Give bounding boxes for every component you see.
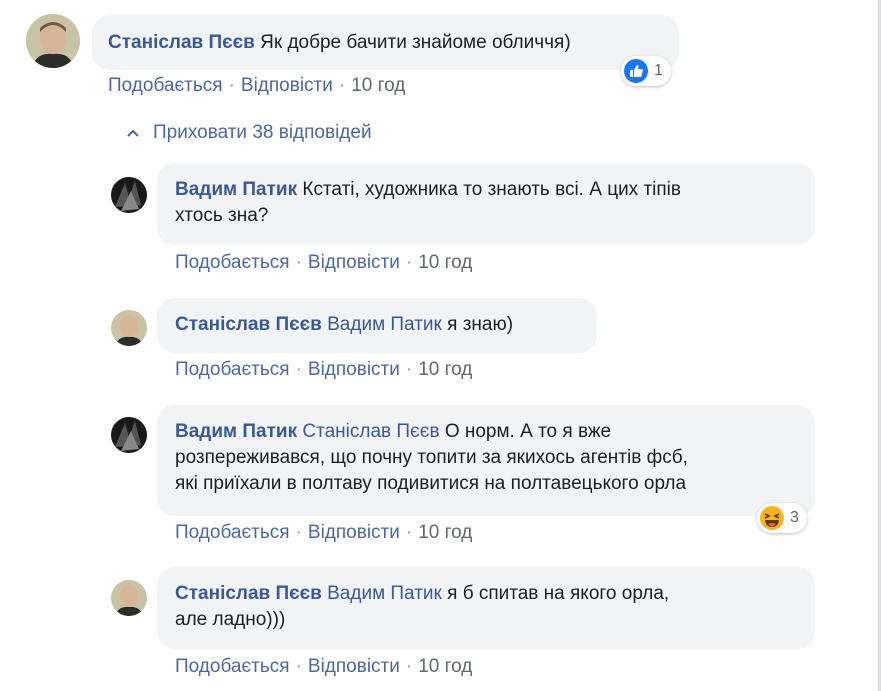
comment-text: О норм. А то я вже (444, 421, 612, 442)
chevron-up-icon (127, 129, 139, 137)
avatar[interactable] (111, 310, 147, 346)
comment-text: Як добре бачити знайоме обличчя) (260, 32, 571, 53)
comment-text: але ладно))) (175, 609, 286, 630)
separator-dot: · (338, 75, 346, 96)
reply-button[interactable]: Відповісти (308, 252, 400, 273)
reply-button[interactable]: Відповісти (308, 522, 400, 543)
reply-button[interactable]: Відповісти (241, 75, 333, 96)
separator-dot: · (228, 75, 235, 96)
avatar-photo-icon (111, 417, 147, 453)
comment-actions: Подобається · Відповісти · 10 год (175, 656, 472, 678)
avatar-photo-icon (111, 177, 147, 213)
like-button[interactable]: Подобається (108, 75, 223, 96)
reaction-count: 3 (790, 509, 799, 526)
comment-timestamp[interactable]: 10 год (418, 656, 472, 677)
avatar-photo-icon (111, 580, 147, 616)
like-button[interactable]: Подобається (175, 656, 290, 677)
comment-actions: Подобається · Відповісти · 10 год (108, 75, 405, 97)
avatar-photo-icon (111, 310, 147, 346)
avatar[interactable] (111, 580, 147, 616)
reply-button[interactable]: Відповісти (308, 359, 400, 380)
separator-dot: · (405, 252, 413, 273)
comment-text: я б спитав на якого орла, (447, 583, 670, 604)
comment-author[interactable]: Станіслав Пєєв (175, 583, 322, 604)
avatar[interactable] (26, 14, 80, 68)
separator-dot: · (295, 359, 302, 380)
comment-timestamp[interactable]: 10 год (418, 252, 472, 273)
comment-text: я знаю) (447, 314, 514, 335)
separator-dot: · (295, 656, 302, 677)
comment-bubble: Станіслав Пєєв Вадим Патик я знаю) (157, 298, 597, 353)
like-button[interactable]: Подобається (175, 252, 290, 273)
comment-mention[interactable]: Вадим Патик (327, 314, 442, 335)
comment-actions: Подобається · Відповісти · 10 год (175, 252, 472, 274)
comment-bubble: Вадим Патик Станіслав Пєєв О норм. А то … (157, 405, 815, 516)
reaction-count: 1 (654, 62, 663, 79)
avatar-photo-icon (26, 14, 80, 68)
comment-bubble: Станіслав Пєєв Як добре бачити знайоме о… (92, 15, 679, 70)
comment-author[interactable]: Станіслав Пєєв (108, 32, 255, 53)
comment-mention[interactable]: Вадим Патик (327, 583, 442, 604)
comment-timestamp[interactable]: 10 год (418, 522, 472, 543)
comment-timestamp[interactable]: 10 год (351, 75, 405, 96)
comment-actions: Подобається · Відповісти · 10 год (175, 359, 472, 381)
comment-author[interactable]: Вадим Патик (175, 179, 297, 200)
comment-actions: Подобається · Відповісти · 10 год (175, 522, 472, 544)
comment-author[interactable]: Станіслав Пєєв (175, 314, 322, 335)
separator-dot: · (295, 252, 302, 273)
hide-replies-label: Приховати 38 відповідей (153, 122, 372, 143)
avatar[interactable] (111, 177, 147, 213)
comment-text: хтось зна? (175, 205, 269, 226)
haha-icon (760, 506, 784, 530)
reply-button[interactable]: Відповісти (308, 656, 400, 677)
like-button[interactable]: Подобається (175, 522, 290, 543)
reaction-summary[interactable]: 3 (757, 503, 807, 533)
comment-bubble: Станіслав Пєєв Вадим Патик я б спитав на… (157, 567, 815, 649)
separator-dot: · (405, 522, 413, 543)
like-icon (624, 59, 648, 83)
reaction-summary[interactable]: 1 (621, 56, 671, 86)
comment-text: розпереживався, що почну топити за якихо… (175, 447, 688, 468)
comment-timestamp[interactable]: 10 год (418, 359, 472, 380)
avatar[interactable] (111, 417, 147, 453)
comment-bubble: Вадим Патик Кстаті, художника то знають … (157, 163, 815, 245)
comment-author[interactable]: Вадим Патик (175, 421, 297, 442)
separator-dot: · (295, 522, 302, 543)
separator-dot: · (405, 359, 413, 380)
comment-mention[interactable]: Станіслав Пєєв (302, 421, 439, 442)
hide-replies-button[interactable]: Приховати 38 відповідей (125, 122, 372, 144)
separator-dot: · (405, 656, 413, 677)
like-button[interactable]: Подобається (175, 359, 290, 380)
comment-text: які приїхали в полтаву подивитися на пол… (175, 473, 687, 494)
comment-text: Кстаті, художника то знають всі. А цих т… (302, 179, 681, 200)
